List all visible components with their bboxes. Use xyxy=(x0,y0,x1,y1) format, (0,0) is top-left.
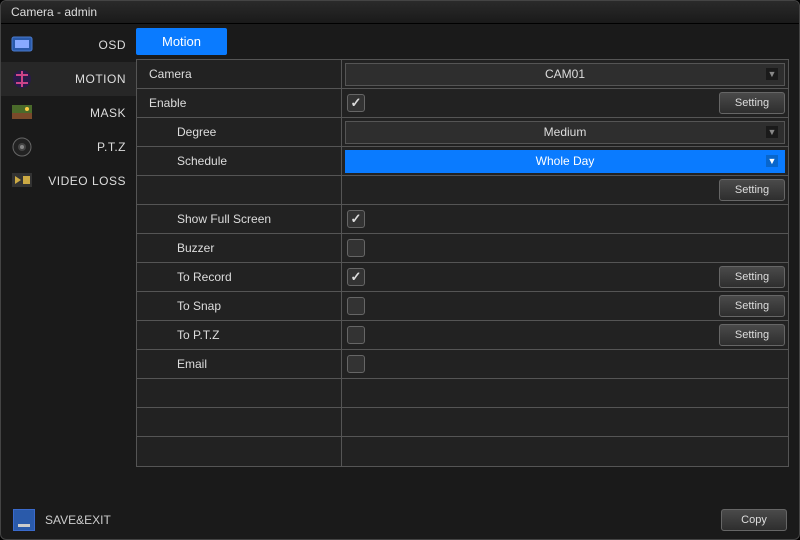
main: Motion Camera CAM01 ▼ Enable xyxy=(136,24,799,501)
sidebar-item-label: VIDEO LOSS xyxy=(41,174,126,188)
titlebar: Camera - admin xyxy=(1,1,799,24)
sidebar-item-mask[interactable]: MASK xyxy=(1,96,136,130)
sidebar-item-label: MASK xyxy=(41,106,126,120)
sidebar: OSD MOTION MASK P.T.Z VIDEO LOSS xyxy=(1,24,136,501)
body: OSD MOTION MASK P.T.Z VIDEO LOSS Motion xyxy=(1,24,799,501)
save-exit-button[interactable]: SAVE&EXIT xyxy=(45,513,111,527)
buzzer-label: Buzzer xyxy=(137,234,342,262)
motion-icon xyxy=(11,68,33,90)
chevron-down-icon: ▼ xyxy=(766,68,778,80)
save-icon[interactable] xyxy=(13,509,35,531)
tabs: Motion xyxy=(136,28,789,55)
sidebar-item-ptz[interactable]: P.T.Z xyxy=(1,130,136,164)
sidebar-item-motion[interactable]: MOTION xyxy=(1,62,136,96)
sidebar-item-label: OSD xyxy=(41,38,126,52)
tab-motion[interactable]: Motion xyxy=(136,28,227,55)
toptz-label: To P.T.Z xyxy=(137,321,342,349)
ptz-checkbox[interactable] xyxy=(347,326,365,344)
camera-value: CAM01 xyxy=(545,67,585,81)
enable-checkbox[interactable] xyxy=(347,94,365,112)
showfs-checkbox[interactable] xyxy=(347,210,365,228)
ptz-icon xyxy=(11,136,33,158)
videoloss-icon xyxy=(11,170,33,192)
window: Camera - admin OSD MOTION MASK P.T.Z VID… xyxy=(0,0,800,540)
degree-label: Degree xyxy=(137,118,342,146)
row-record: To Record Setting xyxy=(137,263,788,292)
copy-button[interactable]: Copy xyxy=(721,509,787,531)
row-schedule: Schedule Whole Day ▼ xyxy=(137,147,788,176)
row-email: Email xyxy=(137,350,788,379)
snap-setting-button[interactable]: Setting xyxy=(719,295,785,317)
email-checkbox[interactable] xyxy=(347,355,365,373)
row-snap: To Snap Setting xyxy=(137,292,788,321)
row-buzzer: Buzzer xyxy=(137,234,788,263)
sidebar-item-osd[interactable]: OSD xyxy=(1,28,136,62)
record-checkbox[interactable] xyxy=(347,268,365,286)
row-showfs: Show Full Screen xyxy=(137,205,788,234)
schedule-setting-button[interactable]: Setting xyxy=(719,179,785,201)
footer: SAVE&EXIT Copy xyxy=(1,501,799,539)
row-schedule-setting: Setting xyxy=(137,176,788,205)
showfs-label: Show Full Screen xyxy=(137,205,342,233)
chevron-down-icon: ▼ xyxy=(766,155,778,167)
schedule-dropdown[interactable]: Whole Day ▼ xyxy=(345,150,785,173)
buzzer-checkbox[interactable] xyxy=(347,239,365,257)
sidebar-item-videoloss[interactable]: VIDEO LOSS xyxy=(1,164,136,198)
row-degree: Degree Medium ▼ xyxy=(137,118,788,147)
snap-label: To Snap xyxy=(137,292,342,320)
osd-icon xyxy=(11,34,33,56)
degree-dropdown[interactable]: Medium ▼ xyxy=(345,121,785,144)
camera-dropdown[interactable]: CAM01 ▼ xyxy=(345,63,785,86)
enable-setting-button[interactable]: Setting xyxy=(719,92,785,114)
camera-label: Camera xyxy=(137,60,342,88)
sidebar-item-label: MOTION xyxy=(41,72,126,86)
row-empty xyxy=(137,408,788,437)
enable-label: Enable xyxy=(137,89,342,117)
row-enable: Enable Setting xyxy=(137,89,788,118)
sidebar-item-label: P.T.Z xyxy=(41,140,126,154)
record-setting-button[interactable]: Setting xyxy=(719,266,785,288)
ptz-setting-button[interactable]: Setting xyxy=(719,324,785,346)
email-label: Email xyxy=(137,350,342,378)
degree-value: Medium xyxy=(544,125,587,139)
schedule-label: Schedule xyxy=(137,147,342,175)
row-ptz: To P.T.Z Setting xyxy=(137,321,788,350)
row-empty xyxy=(137,379,788,408)
window-title: Camera - admin xyxy=(11,5,97,19)
row-camera: Camera CAM01 ▼ xyxy=(137,60,788,89)
schedule-value: Whole Day xyxy=(536,154,595,168)
row-empty xyxy=(137,437,788,466)
snap-checkbox[interactable] xyxy=(347,297,365,315)
record-label: To Record xyxy=(137,263,342,291)
settings-grid: Camera CAM01 ▼ Enable Setting xyxy=(136,59,789,467)
chevron-down-icon: ▼ xyxy=(766,126,778,138)
mask-icon xyxy=(11,102,33,124)
